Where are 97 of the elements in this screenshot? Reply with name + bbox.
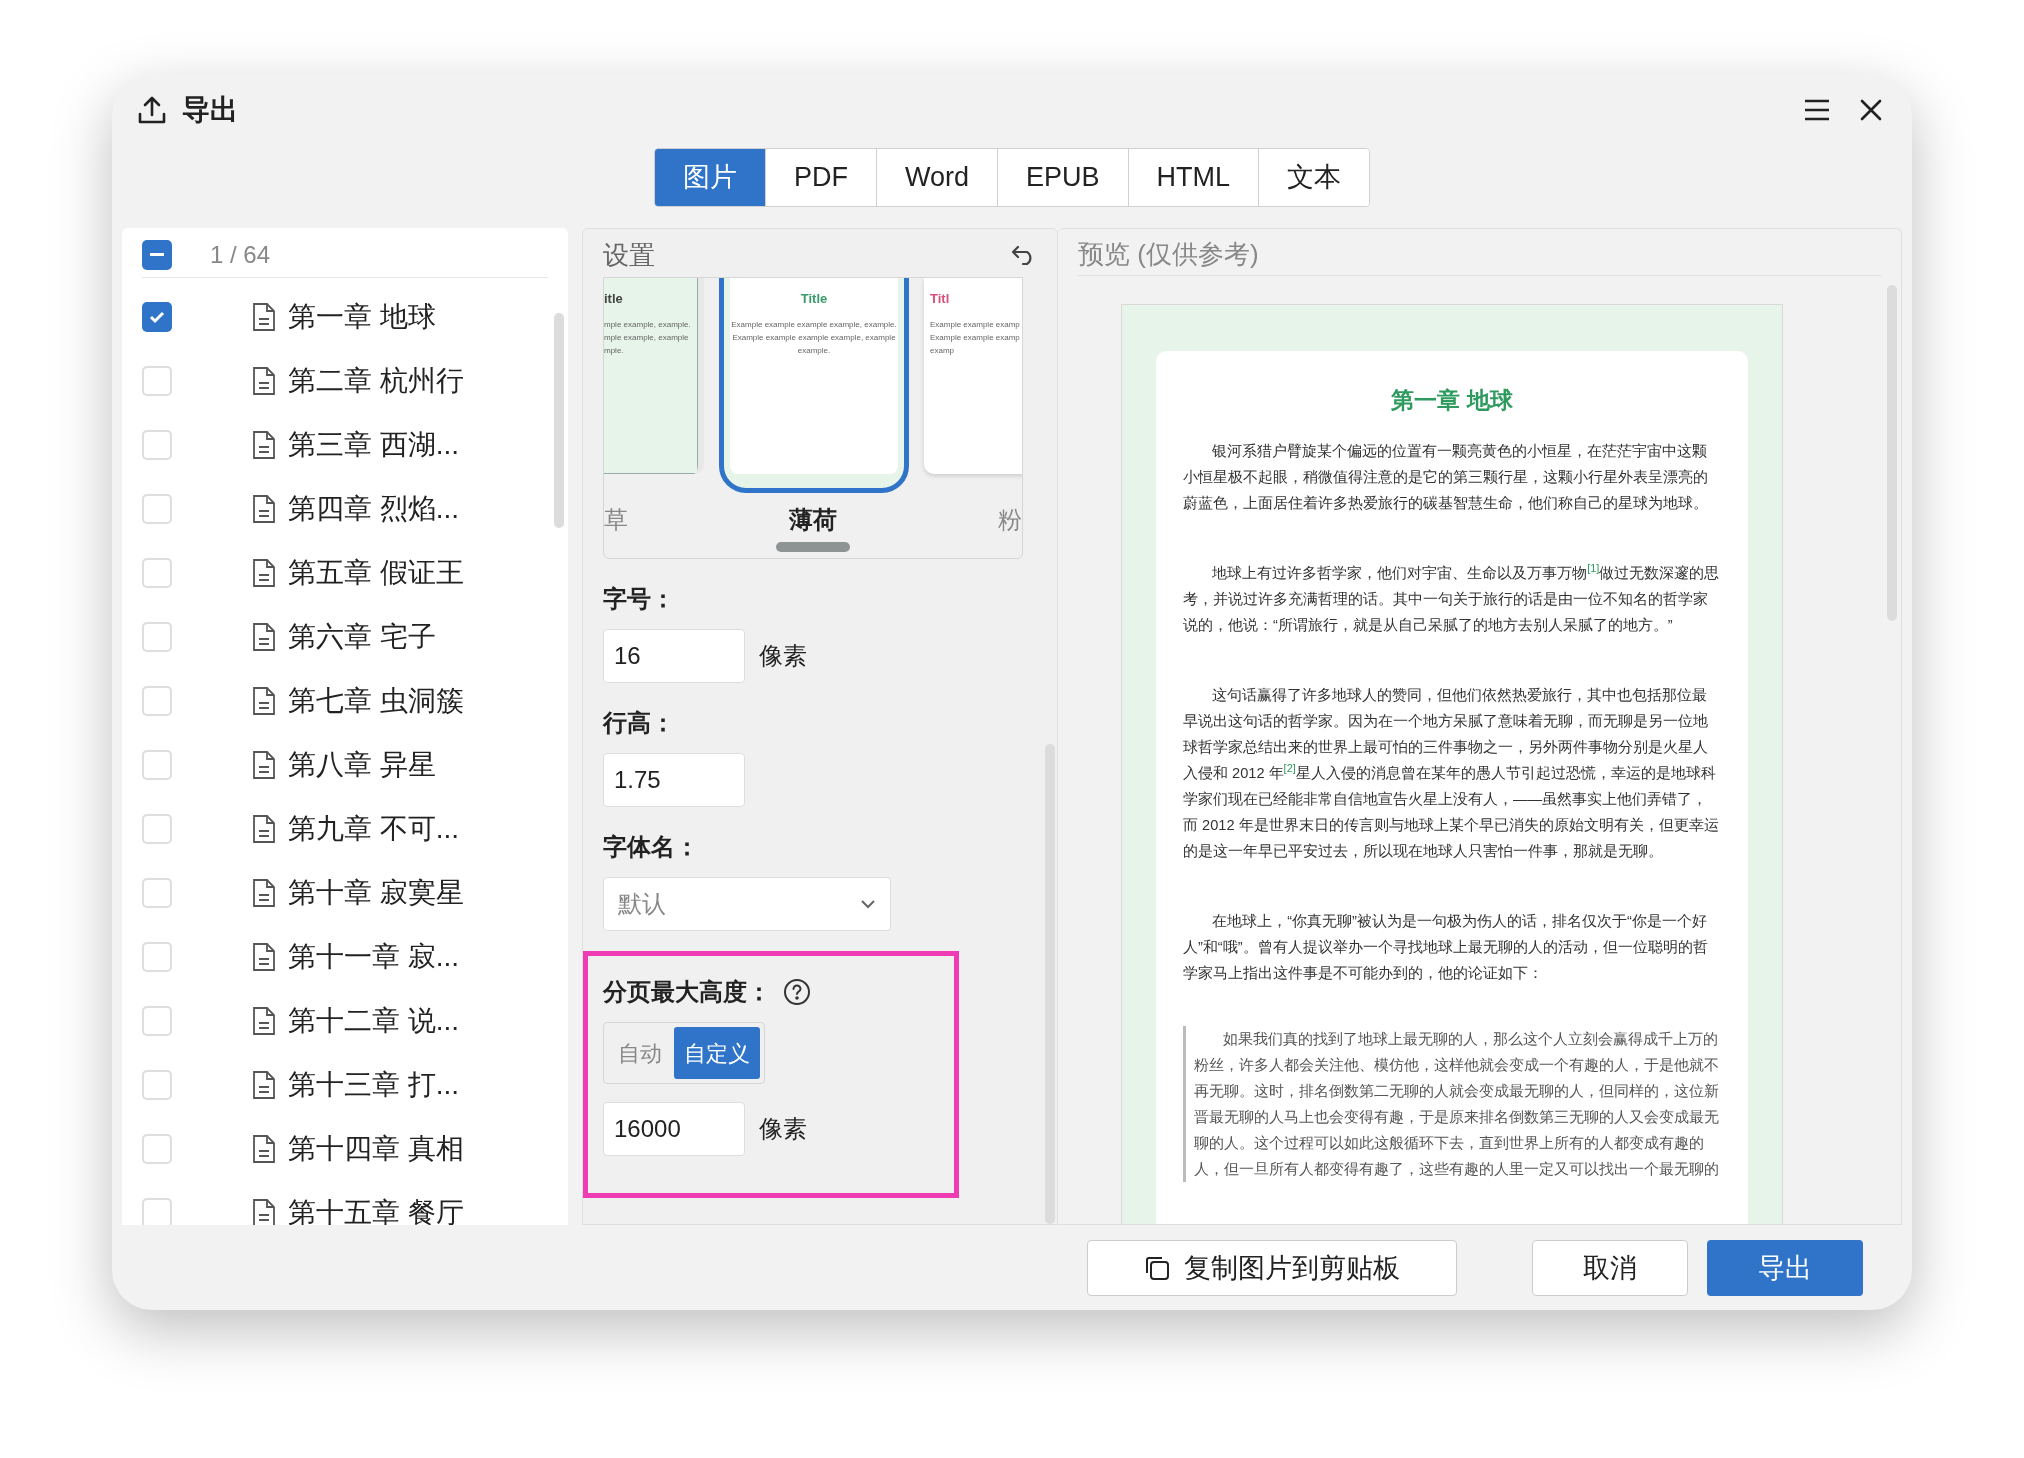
quote-paragraph: 如果我们真的找到了地球上最无聊的人，那么这个人立刻会赢得成千上万的粉丝，许多人都会关注他、模仿他，这样他就会变成一个有趣的人，于是他就不再无聊。这时，排名倒数第二无聊的人就会变成最无聊的人，但同样的，这位新晋最无聊的人马上也会变得有趣，于是原来排名倒数第三无聊的人又会变成最无聊的人。这个过程可以如此这般循环下去，直到世界上所有的人都变成有趣的人，但一旦所有人都变得有趣了，这些有趣的人里一定又可以找出一个最无聊的 [1183,1025,1721,1182]
document-icon [252,942,276,972]
unit-label: 像素 [759,1114,807,1144]
paragraph: 这句话赢得了许多地球人的赞同，但他们依然热爱旅行，其中也包括那位最早说出这句话的哲学家。因为在一个地方呆腻了意味着无聊，而无聊是另一位地球哲学家总结出来的世界上最可怕的三件事物之一，另外两件事物分别是火星人入侵和 2012 年$^{[2]}$星人入侵的消息曾在某年的愚人节引起过恐慌，幸运的是地球科学家们现在已经能非常自信地宣告火星上没有人，——虽然事实上他们弄错了，而 2012 年是世界末日的传言则与地球上某个早已消失的原始文明有关，但更幸运的是这一年早已平安过去，所以现在地球人只害怕一件事，那就是无聊。 [1183,685,1720,861]
document-icon [252,1070,276,1100]
theme-card[interactable]: itle mple example, example. mple example, example mple. [604,278,704,474]
checkbox[interactable] [142,302,172,332]
chapter-title[interactable]: 第十二章 说... [288,1000,460,1042]
sample-text: mple example, example. [604,319,691,331]
chapter-heading: 第一章 地球 [1390,386,1514,415]
chevron-down-icon [860,899,876,909]
document-icon [252,1134,276,1164]
scrollbar-thumb[interactable] [554,313,564,528]
chapter-title[interactable]: 第十三章 打... [288,1064,460,1106]
field-label: 行高： [603,708,676,738]
font-dropdown[interactable]: 默认 [603,877,891,931]
checkbox[interactable] [142,622,172,652]
sample-text: example. [796,345,832,357]
checkbox[interactable] [142,366,172,396]
sample-text: Example example examp [930,332,1021,344]
unit-label: 像素 [759,641,807,671]
checkbox[interactable] [142,750,172,780]
upload-icon [136,94,168,126]
chapter-title[interactable]: 第四章 烈焰... [288,488,460,530]
sample-title: Title [800,290,828,308]
field-label: 分页最大高度： [603,977,771,1007]
chapter-title[interactable]: 第八章 异星 [288,744,436,786]
theme-card[interactable]: Titl Example example examp Example example examp examp [924,278,1022,474]
chapter-title[interactable]: 第十一章 寂... [288,936,460,978]
document-icon [252,1006,276,1036]
checkbox[interactable] [142,942,172,972]
theme-label: 草 [604,505,629,535]
carousel-scroll-indicator[interactable] [776,542,850,552]
document-icon [252,750,276,780]
max-height-field[interactable]: 16000 [603,1102,745,1156]
checkbox[interactable] [142,1006,172,1036]
checkbox[interactable] [142,558,172,588]
checkbox[interactable] [142,814,172,844]
document-icon [252,878,276,908]
sample-title: Titl [930,290,950,308]
settings-title: 设置 [603,238,655,272]
checkbox[interactable] [142,1134,172,1164]
sample-text: Example example example example, example. [730,319,898,331]
field-label: 字体名： [603,832,700,862]
chapter-title[interactable]: 第十章 寂寞星 [288,872,464,914]
checkbox[interactable] [142,430,172,460]
document-icon [252,302,276,332]
document-icon [252,494,276,524]
chapter-title[interactable]: 第九章 不可... [288,808,460,850]
chapter-title[interactable]: 第二章 杭州行 [288,360,464,402]
document-icon [252,814,276,844]
chapter-title[interactable]: 第三章 西湖... [288,424,460,466]
document-icon [252,686,276,716]
document-icon [252,1198,276,1225]
theme-label: 粉 [997,505,1022,535]
document-icon [252,366,276,396]
chapter-title[interactable]: 第一章 地球 [288,296,436,338]
preview-title: 预览 (仅供参考) [1078,238,1260,271]
document-icon [252,558,276,588]
chapter-title[interactable]: 第六章 宅子 [288,616,436,658]
help-icon[interactable] [783,978,811,1006]
copy-icon [1144,1255,1170,1281]
chapter-title[interactable]: 第十五章 餐厅 [288,1192,464,1225]
sample-text: Example example examp [930,319,1021,331]
menu-icon[interactable] [1804,99,1830,121]
select-all-checkbox[interactable] [142,239,172,270]
cancel-button[interactable]: 取消 [1532,1240,1688,1296]
export-button[interactable]: 导出 [1707,1240,1863,1296]
sample-text: examp [930,345,955,357]
checkbox[interactable] [142,1070,172,1100]
sample-text: Example example example example, example [731,332,897,344]
chapter-title[interactable]: 第十四章 真相 [288,1128,464,1170]
close-icon[interactable] [1860,99,1882,121]
line-height-field[interactable]: 1.75 [603,753,745,807]
checkbox[interactable] [142,878,172,908]
window-title: 导出 [182,93,238,127]
format-tab[interactable]: 文本 [1258,149,1370,206]
sample-text: mple. [604,345,625,357]
chapter-title[interactable]: 第七章 虫洞簇 [288,680,464,722]
checkbox[interactable] [142,1198,172,1225]
checkbox[interactable] [142,686,172,716]
selection-count: 1 / 64 [210,239,271,270]
chapter-title[interactable]: 第五章 假证王 [288,552,464,594]
document-icon [252,430,276,460]
paragraph: 地球上有过许多哲学家，他们对宇宙、生命以及万事万物$^{[1]}$做过无数深邃的思考，并说过许多充满哲理的话。其中一句关于旅行的话是由一位不知名的哲学家说的，他说：“所谓旅行，就是从自己呆腻了的地方去别人呆腻了的地方。” [1183,561,1721,635]
format-tab[interactable]: 图片 [654,149,765,206]
field-label: 字号： [603,584,676,614]
sample-text: mple example, example [604,332,690,344]
sample-title: itle [604,290,623,308]
document-icon [252,622,276,652]
font-size-field[interactable]: 16 [603,629,745,683]
theme-label: 薄荷 [787,505,838,535]
mode-option[interactable]: 自定义 [674,1027,760,1079]
copy-button[interactable]: 复制图片到剪贴板 [1087,1240,1457,1296]
paragraph: 在地球上，“你真无聊”被认为是一句极为伤人的话，排名仅次于“你是一个好人”和“哦”。曾有人提议举办一个寻找地球上最无聊的人的活动，但一位聪明的哲学家马上指出这件事是不可能办到的，他的论证如下： [1183,911,1709,983]
checkbox[interactable] [142,494,172,524]
paragraph: 银河系猎户臂旋某个偏远的位置有一颗亮黄色的小恒星，在茫茫宇宙中这颗小恒星极不起眼，稍微值得注意的是它的第三颗行星，这颗小行星外表呈漂亮的蔚蓝色，上面居住着许多热爱旅行的碳基智慧生命，他们称自己的星球为地球。 [1183,441,1709,513]
